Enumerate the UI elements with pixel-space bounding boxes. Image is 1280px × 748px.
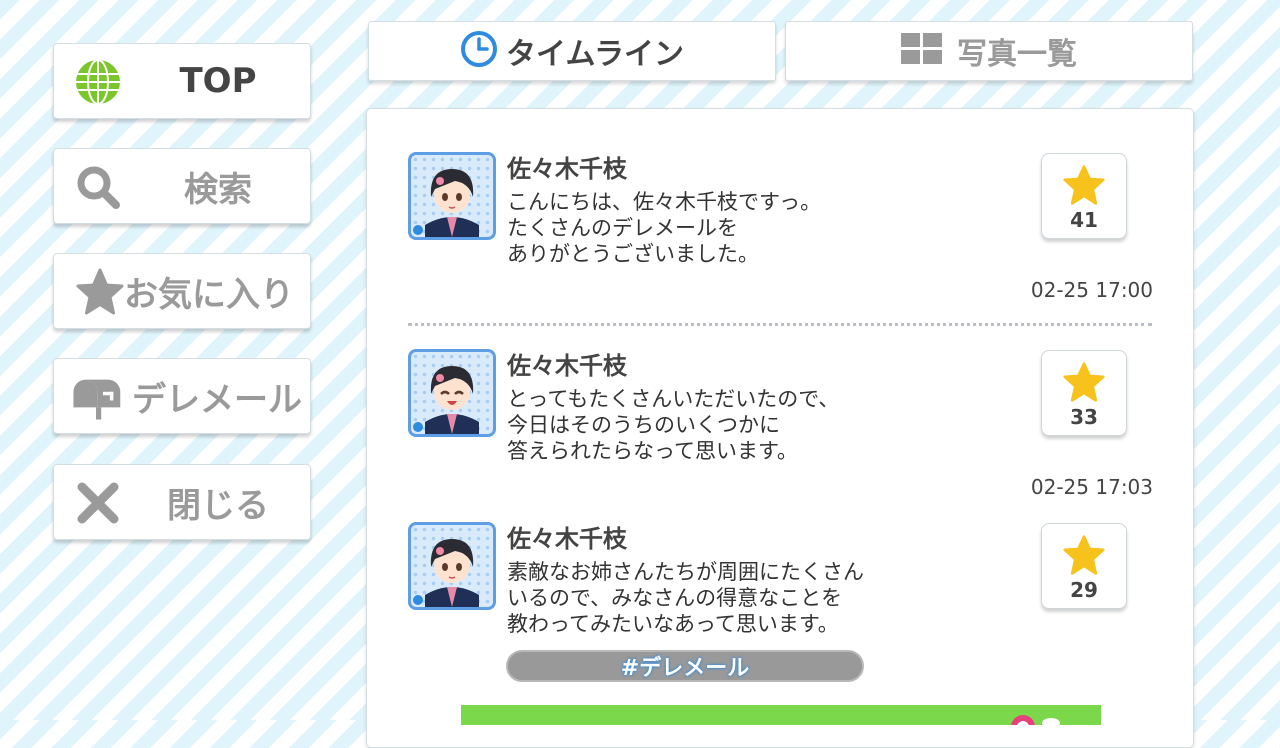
star-icon bbox=[1062, 361, 1106, 407]
post-message-line: ありがとうございました。 bbox=[507, 242, 759, 266]
hashtag-button[interactable]: #デレメール bbox=[506, 650, 864, 682]
post-username: 佐々木千枝 bbox=[507, 155, 627, 183]
post-message: とってもたくさんいただいたので、 今日はそのうちのいくつかに 答えられたらなって… bbox=[507, 386, 839, 464]
post-message-line: 今日はそのうちのいくつかに bbox=[507, 413, 780, 437]
post-divider bbox=[408, 323, 1152, 326]
sidebar-favorites-button[interactable]: お気に入り bbox=[53, 253, 311, 329]
post-message-line: とってもたくさんいただいたので、 bbox=[507, 387, 840, 411]
tab-photos-label: 写真一覧 bbox=[957, 37, 1077, 72]
sidebar-top-button[interactable]: TOP bbox=[53, 43, 311, 119]
like-button[interactable]: 41 bbox=[1041, 153, 1127, 239]
like-button[interactable]: 33 bbox=[1041, 350, 1127, 436]
star-icon bbox=[1062, 534, 1106, 580]
sidebar-close-label: 閉じる bbox=[167, 485, 269, 526]
post-message: こんにちは、佐々木千枝ですっ。 たくさんのデレメールを ありがとうございました。 bbox=[507, 189, 821, 267]
post-message-line: たくさんのデレメールを bbox=[507, 216, 738, 240]
post-message-line: いるので、みなさんの得意なことを bbox=[507, 586, 843, 610]
avatar[interactable] bbox=[408, 152, 496, 240]
sidebar-search-button[interactable]: 検索 bbox=[53, 148, 311, 224]
tab-timeline-label: タイムライン bbox=[506, 37, 684, 72]
clock-icon bbox=[460, 30, 498, 72]
sidebar-deremail-label: デレメール bbox=[132, 379, 302, 420]
post-timestamp: 02-25 17:00 bbox=[1030, 278, 1153, 302]
search-icon bbox=[72, 161, 124, 213]
like-button[interactable]: 29 bbox=[1041, 523, 1127, 609]
sidebar-close-button[interactable]: 閉じる bbox=[53, 464, 311, 540]
sidebar-deremail-button[interactable]: デレメール bbox=[53, 358, 311, 434]
avatar[interactable] bbox=[408, 522, 496, 610]
globe-icon bbox=[72, 56, 124, 108]
tab-timeline[interactable]: タイムライン bbox=[368, 21, 776, 81]
post-message-line: 答えられたらなって思います。 bbox=[507, 439, 798, 463]
avatar[interactable] bbox=[408, 349, 496, 437]
star-icon bbox=[1062, 164, 1106, 210]
sidebar-favorites-label: お気に入り bbox=[124, 274, 294, 315]
post-message-line: こんにちは、佐々木千枝ですっ。 bbox=[507, 190, 822, 214]
close-icon bbox=[72, 477, 124, 529]
like-count: 41 bbox=[1070, 208, 1098, 232]
post-username: 佐々木千枝 bbox=[507, 525, 627, 553]
banner-image[interactable] bbox=[461, 705, 1101, 725]
sidebar-search-label: 検索 bbox=[184, 169, 252, 210]
post-message-line: 素敵なお姉さんたちが周囲にたくさん bbox=[507, 560, 864, 584]
timeline-panel: 佐々木千枝 こんにちは、佐々木千枝ですっ。 たくさんのデレメールを ありがとうご… bbox=[366, 108, 1194, 748]
like-count: 33 bbox=[1070, 405, 1098, 429]
tab-photos[interactable]: 写真一覧 bbox=[785, 21, 1193, 81]
post-message: 素敵なお姉さんたちが周囲にたくさん いるので、みなさんの得意なことを 教わってみ… bbox=[507, 559, 864, 637]
star-icon bbox=[74, 266, 126, 318]
like-count: 29 bbox=[1070, 578, 1098, 602]
mailbox-icon bbox=[70, 371, 122, 423]
sidebar-top-label: TOP bbox=[179, 61, 257, 101]
post-message-line: 教わってみたいなあって思います。 bbox=[507, 612, 839, 636]
grid-icon bbox=[901, 33, 943, 69]
post-timestamp: 02-25 17:03 bbox=[1030, 475, 1153, 499]
post-username: 佐々木千枝 bbox=[507, 352, 627, 380]
